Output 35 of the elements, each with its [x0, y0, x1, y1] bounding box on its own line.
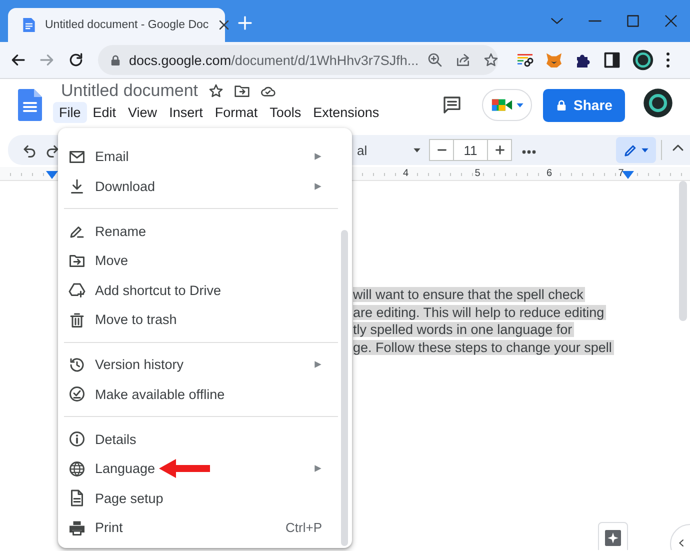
ruler-number: 6	[546, 168, 552, 179]
document-text: will want to ensure that the spell check	[353, 287, 586, 302]
menu-item[interactable]: Move	[58, 246, 352, 276]
menu-item[interactable]: Version history	[58, 350, 352, 380]
document-text: ge. Follow these steps to change your spell	[353, 340, 614, 354]
menu-item[interactable]: Page setup	[58, 484, 352, 513]
menu-item[interactable]: Print Ctrl+P	[58, 513, 352, 542]
document-text: are editing. This will help to reduce editing	[353, 304, 606, 320]
menu-item[interactable]: Extensions	[307, 102, 386, 123]
menu-item[interactable]: View	[122, 102, 164, 123]
menu-item[interactable]: Add shortcut to Drive	[58, 276, 352, 305]
menu-item[interactable]: File	[53, 102, 87, 123]
document-title[interactable]: Untitled document	[61, 81, 198, 101]
menu-item[interactable]: Insert	[163, 102, 209, 123]
menu-item[interactable]: Language	[58, 454, 352, 484]
share-button[interactable]: Share	[543, 88, 625, 122]
menu-item[interactable]: Format	[208, 102, 264, 123]
document-text: tly spelled words in one language for	[353, 322, 574, 337]
font-size-field[interactable]: 11	[454, 139, 487, 161]
menu-item[interactable]: Tools	[264, 102, 308, 123]
menu-item[interactable]: Details	[58, 424, 352, 454]
url-text: docs.google.com/document/d/1WhHhv3r7SJfh...	[129, 52, 419, 68]
font-name[interactable]: al	[357, 142, 413, 158]
ruler-number: 4	[403, 168, 409, 179]
menu-item[interactable]: Rename	[58, 216, 352, 246]
shortcut-text: Ctrl+P	[286, 520, 322, 536]
ruler-number: 5	[474, 168, 480, 179]
tab-title: Untitled document - Google Doc	[45, 19, 209, 31]
menu-item[interactable]: Edit	[86, 102, 122, 123]
menu-item[interactable]: Download	[58, 172, 352, 201]
menu-item[interactable]: Make available offline	[58, 380, 352, 409]
ruler-number: 7	[618, 168, 624, 179]
menu-item[interactable]: Email	[58, 142, 352, 172]
menu-item[interactable]: Move to trash	[58, 305, 352, 334]
address-bar[interactable]: docs.google.com/document/d/1WhHhv3r7SJfh...	[98, 45, 498, 75]
